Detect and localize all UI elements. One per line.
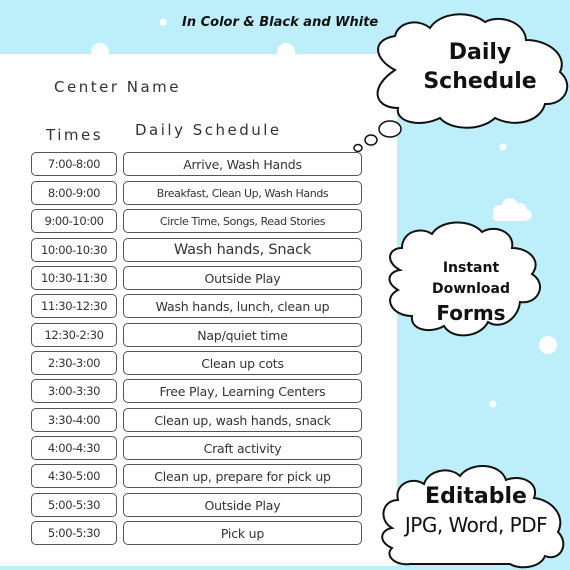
schedule-row: 3:00-3:30 Free Play, Learning Centers <box>31 379 362 403</box>
thought-bubble-small <box>353 143 363 153</box>
tagline: In Color & Black and White <box>182 15 379 30</box>
time-field[interactable]: 10:00-10:30 <box>31 238 117 262</box>
schedule-row: 4:30-5:00 Clean up, prepare for pick up <box>31 464 362 488</box>
times-header: Times <box>46 126 104 144</box>
editable-line-2: JPG, Word, PDF <box>404 513 548 537</box>
time-field[interactable]: 8:00-9:00 <box>31 181 117 205</box>
activity-field[interactable]: Clean up cots <box>123 351 362 375</box>
activity-field[interactable]: Pick up <box>123 521 362 545</box>
time-field[interactable]: 3:30-4:00 <box>31 408 117 432</box>
activity-field[interactable]: Outside Play <box>123 493 362 517</box>
activity-field[interactable]: Outside Play <box>123 266 362 290</box>
time-field[interactable]: 4:00-4:30 <box>31 436 117 460</box>
activity-field[interactable]: Circle Time, Songs, Read Stories <box>123 209 362 233</box>
schedule-row: 10:00-10:30 Wash hands, Snack <box>31 238 362 262</box>
schedule-row: 4:00-4:30 Craft activity <box>31 436 362 460</box>
schedule-header: Daily Schedule <box>135 121 282 139</box>
schedule-row: 10:30-11:30 Outside Play <box>31 266 362 290</box>
time-field[interactable]: 10:30-11:30 <box>31 266 117 290</box>
thought-bubble-medium <box>364 134 378 146</box>
title-line-2: Schedule <box>423 69 537 94</box>
time-field[interactable]: 4:30-5:00 <box>31 464 117 488</box>
activity-field[interactable]: Breakfast, Clean Up, Wash Hands <box>123 181 362 205</box>
schedule-row: 11:30-12:30 Wash hands, lunch, clean up <box>31 294 362 318</box>
activity-field[interactable]: Clean up, wash hands, snack <box>123 408 362 432</box>
time-field[interactable]: 2:30-3:00 <box>31 351 117 375</box>
activity-field[interactable]: Wash hands, lunch, clean up <box>123 294 362 318</box>
thought-bubble-large <box>378 120 402 138</box>
title-cloud-text: Daily Schedule <box>420 38 540 96</box>
schedule-row: 5:00-5:30 Outside Play <box>31 493 362 517</box>
time-field[interactable]: 3:00-3:30 <box>31 379 117 403</box>
time-field[interactable]: 5:00-5:30 <box>31 521 117 545</box>
download-cloud-text: Instant Download Forms <box>416 257 526 327</box>
activity-field[interactable]: Wash hands, Snack <box>123 238 362 262</box>
time-field[interactable]: 11:30-12:30 <box>31 294 117 318</box>
schedule-row: 7:00-8:00 Arrive, Wash Hands <box>31 152 362 176</box>
schedule-row: 8:00-9:00 Breakfast, Clean Up, Wash Hand… <box>31 181 362 205</box>
time-field[interactable]: 12:30-2:30 <box>31 323 117 347</box>
download-line-2: Download <box>431 281 511 297</box>
snow-dot <box>91 43 109 61</box>
activity-field[interactable]: Craft activity <box>123 436 362 460</box>
background-cloud <box>493 198 532 221</box>
editable-line-1: Editable <box>425 484 527 509</box>
snow-dot <box>159 18 167 26</box>
snow-dot <box>499 143 507 151</box>
snow-dot <box>489 400 497 408</box>
activity-field[interactable]: Free Play, Learning Centers <box>123 379 362 403</box>
activity-field[interactable]: Nap/quiet time <box>123 323 362 347</box>
time-field[interactable]: 5:00-5:30 <box>31 493 117 517</box>
title-line-1: Daily <box>448 40 512 65</box>
snow-dot <box>277 43 295 61</box>
activity-field[interactable]: Clean up, prepare for pick up <box>123 464 362 488</box>
activity-field[interactable]: Arrive, Wash Hands <box>123 152 362 176</box>
center-name-label: Center Name <box>54 78 182 96</box>
snow-dot <box>539 336 557 354</box>
schedule-row: 5:00-5:30 Pick up <box>31 521 362 545</box>
schedule-row: 2:30-3:00 Clean up cots <box>31 351 362 375</box>
download-line-1: Instant <box>442 260 500 276</box>
schedule-row: 9:00-10:00 Circle Time, Songs, Read Stor… <box>31 209 362 233</box>
download-line-3: Forms <box>436 301 506 325</box>
schedule-row: 3:30-4:00 Clean up, wash hands, snack <box>31 408 362 432</box>
schedule-row: 12:30-2:30 Nap/quiet time <box>31 323 362 347</box>
editable-cloud-text: Editable JPG, Word, PDF <box>386 482 566 538</box>
time-field[interactable]: 7:00-8:00 <box>31 152 117 176</box>
time-field[interactable]: 9:00-10:00 <box>31 209 117 233</box>
